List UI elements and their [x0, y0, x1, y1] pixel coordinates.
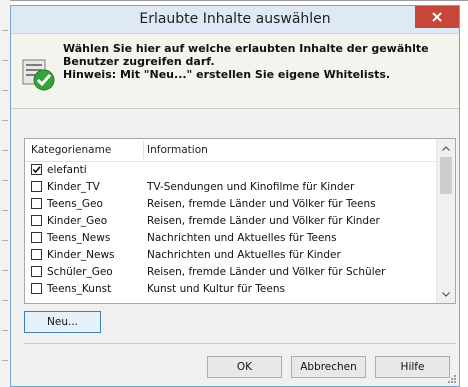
category-name: Teens_Kunst [47, 283, 112, 295]
list-header: Kategoriename Information [25, 139, 435, 162]
category-list: Kategoriename Information elefanti Kinder… [24, 138, 456, 304]
category-checkbox[interactable] [31, 181, 42, 192]
new-button[interactable]: Neu... [24, 311, 101, 333]
category-information: Reisen, fremde Länder und Völker für Sch… [147, 266, 386, 278]
category-information: Nachrichten und Aktuelles für Teens [147, 232, 337, 244]
category-name: elefanti [47, 164, 87, 176]
list-item[interactable]: Kinder_Geo Reisen, fremde Länder und Völk… [25, 213, 435, 230]
close-icon [432, 12, 442, 22]
category-information: Reisen, fremde Länder und Völker für Tee… [147, 198, 376, 210]
instruction-text: Wählen Sie hier auf welche erlaubten Inh… [63, 42, 453, 81]
select-allowed-content-dialog: Erlaubte Inhalte auswählen Wählen Sie hi… [10, 5, 460, 387]
dialog-title: Erlaubte Inhalte auswählen [139, 11, 331, 27]
category-checkbox[interactable] [31, 215, 42, 226]
scroll-up-button[interactable] [437, 139, 455, 157]
cancel-button[interactable]: Abbrechen [291, 356, 366, 378]
close-button[interactable] [415, 6, 459, 28]
category-name: Teens_News [47, 232, 111, 244]
list-rows: elefanti Kinder_TV TV-Sendungen und Kinofi… [25, 162, 435, 298]
checkmark-icon [32, 166, 41, 174]
scroll-down-button[interactable] [437, 285, 455, 303]
divider [24, 343, 456, 344]
instruction-line-2: Benutzer zugreifen darf. [63, 55, 215, 68]
category-checkbox[interactable] [31, 283, 42, 294]
category-checkbox[interactable] [31, 198, 42, 209]
category-checkbox[interactable] [31, 164, 42, 175]
category-information: TV-Sendungen und Kinofilme für Kinder [147, 181, 355, 193]
list-item[interactable]: elefanti [25, 162, 435, 179]
category-checkbox[interactable] [31, 232, 42, 243]
resize-grip-icon[interactable] [447, 374, 457, 384]
category-name: Teens_Geo [47, 198, 103, 210]
category-name: Kinder_News [47, 249, 115, 261]
list-item[interactable]: Kinder_TV TV-Sendungen und Kinofilme für … [25, 179, 435, 196]
background-window-edge [0, 0, 10, 387]
checklist-icon [22, 59, 55, 91]
chevron-down-icon [442, 291, 450, 297]
category-checkbox[interactable] [31, 249, 42, 260]
category-information: Kunst und Kultur für Teens [147, 283, 285, 295]
column-header-category-name[interactable]: Kategoriename [31, 139, 111, 161]
category-name: Schüler_Geo [47, 266, 113, 278]
list-item[interactable]: Teens_Geo Reisen, fremde Länder und Völke… [25, 196, 435, 213]
list-item[interactable]: Schüler_Geo Reisen, fremde Länder und Völ… [25, 264, 435, 281]
category-information: Nachrichten und Aktuelles für Kinder [147, 249, 341, 261]
instruction-line-1: Wählen Sie hier auf welche erlaubten Inh… [63, 42, 429, 55]
vertical-scrollbar[interactable] [436, 139, 455, 303]
title-bar: Erlaubte Inhalte auswählen [11, 6, 459, 34]
background-window-line [10, 0, 468, 1]
ok-button[interactable]: OK [207, 356, 282, 378]
help-button[interactable]: Hilfe [375, 356, 450, 378]
category-name: Kinder_Geo [47, 215, 108, 227]
category-information: Reisen, fremde Länder und Völker für Kin… [147, 215, 380, 227]
scroll-thumb[interactable] [440, 157, 452, 194]
chevron-up-icon [442, 145, 450, 151]
list-item[interactable]: Teens_Kunst Kunst und Kultur für Teens [25, 281, 435, 298]
info-header: Wählen Sie hier auf welche erlaubten Inh… [11, 34, 459, 109]
category-checkbox[interactable] [31, 266, 42, 277]
instruction-hint: Hinweis: Mit "Neu..." erstellen Sie eige… [63, 68, 391, 81]
list-item[interactable]: Kinder_News Nachrichten und Aktuelles für… [25, 247, 435, 264]
category-name: Kinder_TV [47, 181, 100, 193]
column-header-information[interactable]: Information [147, 139, 208, 161]
list-item[interactable]: Teens_News Nachrichten und Aktuelles für … [25, 230, 435, 247]
